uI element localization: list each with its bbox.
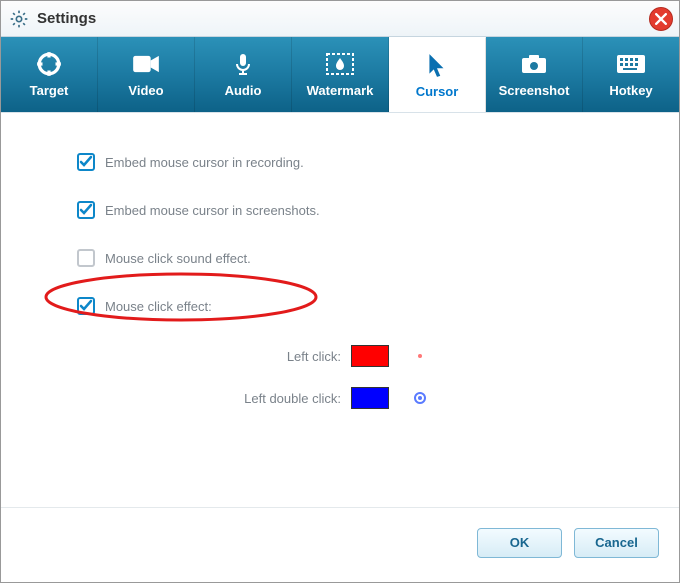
- window-title: Settings: [37, 10, 96, 27]
- audio-icon: [228, 51, 258, 77]
- left-click-label: Left click:: [121, 349, 351, 364]
- checkbox-embed-screenshot[interactable]: [77, 201, 95, 219]
- screenshot-icon: [519, 51, 549, 77]
- settings-tabbar: Target Video Audio Watermark Cursor Scre…: [1, 37, 679, 112]
- cursor-icon: [422, 52, 452, 78]
- watermark-icon: [325, 51, 355, 77]
- tab-watermark[interactable]: Watermark: [292, 37, 389, 112]
- checkbox-click-effect[interactable]: [77, 297, 95, 315]
- tab-screenshot[interactable]: Screenshot: [486, 37, 583, 112]
- tab-label: Watermark: [307, 83, 374, 98]
- tab-label: Cursor: [416, 84, 459, 99]
- gear-icon: [9, 9, 29, 29]
- option-label: Mouse click effect:: [105, 299, 212, 314]
- checkbox-embed-recording[interactable]: [77, 153, 95, 171]
- option-embed-recording: Embed mouse cursor in recording.: [51, 153, 629, 171]
- option-embed-screenshot: Embed mouse cursor in screenshots.: [51, 201, 629, 219]
- titlebar: Settings: [1, 1, 679, 37]
- tab-label: Target: [30, 83, 69, 98]
- tab-target[interactable]: Target: [1, 37, 98, 112]
- left-click-color-row: Left click:: [121, 345, 629, 367]
- dialog-footer: OK Cancel: [1, 507, 679, 577]
- tab-label: Audio: [225, 83, 262, 98]
- left-double-click-color-swatch[interactable]: [351, 387, 389, 409]
- left-double-click-preview-dot: [413, 391, 427, 405]
- tab-label: Hotkey: [609, 83, 652, 98]
- checkbox-click-sound[interactable]: [77, 249, 95, 267]
- tab-hotkey[interactable]: Hotkey: [583, 37, 679, 112]
- close-button[interactable]: [649, 7, 673, 31]
- option-label: Mouse click sound effect.: [105, 251, 251, 266]
- left-double-click-color-row: Left double click:: [121, 387, 629, 409]
- hotkey-icon: [616, 51, 646, 77]
- option-click-sound: Mouse click sound effect.: [51, 249, 629, 267]
- tab-video[interactable]: Video: [98, 37, 195, 112]
- option-label: Embed mouse cursor in recording.: [105, 155, 304, 170]
- tab-cursor[interactable]: Cursor: [389, 37, 486, 112]
- left-click-preview-dot: [413, 349, 427, 363]
- ok-button[interactable]: OK: [477, 528, 562, 558]
- left-double-click-label: Left double click:: [121, 391, 351, 406]
- option-label: Embed mouse cursor in screenshots.: [105, 203, 320, 218]
- tab-audio[interactable]: Audio: [195, 37, 292, 112]
- cursor-settings-panel: Embed mouse cursor in recording. Embed m…: [1, 112, 679, 507]
- video-icon: [131, 51, 161, 77]
- cancel-button[interactable]: Cancel: [574, 528, 659, 558]
- option-click-effect: Mouse click effect:: [51, 297, 629, 315]
- left-click-color-swatch[interactable]: [351, 345, 389, 367]
- target-icon: [34, 51, 64, 77]
- tab-label: Video: [128, 83, 163, 98]
- tab-label: Screenshot: [499, 83, 570, 98]
